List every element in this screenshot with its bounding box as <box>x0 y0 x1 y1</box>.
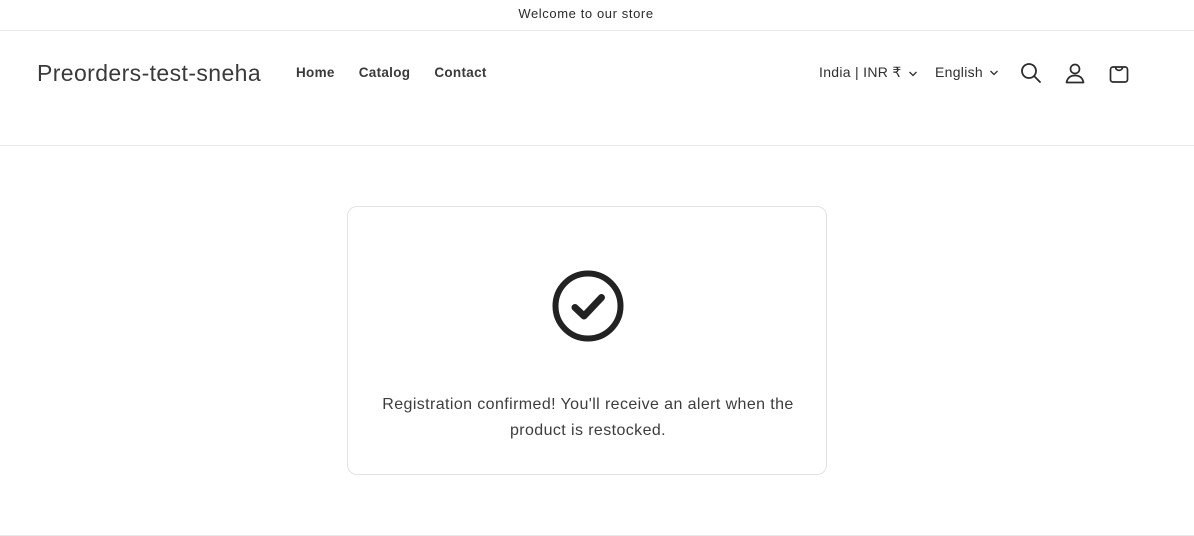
nav-home[interactable]: Home <box>296 65 335 80</box>
account-button[interactable] <box>1062 60 1088 86</box>
nav-catalog[interactable]: Catalog <box>359 65 411 80</box>
country-selector-label: India | INR ₹ <box>819 64 902 80</box>
main-nav: Home Catalog Contact <box>296 65 487 80</box>
nav-contact[interactable]: Contact <box>434 65 486 80</box>
chevron-down-icon <box>908 71 917 76</box>
announcement-text: Welcome to our store <box>518 6 654 21</box>
site-header: Preorders-test-sneha Home Catalog Contac… <box>0 31 1194 146</box>
store-logo[interactable]: Preorders-test-sneha <box>37 60 261 87</box>
check-circle-icon <box>552 270 624 342</box>
language-selector-label: English <box>935 64 984 80</box>
announcement-bar: Welcome to our store <box>0 0 1194 31</box>
account-icon <box>1065 63 1085 84</box>
search-icon <box>1021 63 1041 83</box>
cart-button[interactable] <box>1106 60 1132 86</box>
confirmation-message: Registration confirmed! You'll receive a… <box>382 396 794 439</box>
search-button[interactable] <box>1018 60 1044 86</box>
cart-icon <box>1109 66 1129 83</box>
chevron-down-icon <box>990 70 998 76</box>
language-selector[interactable]: English <box>935 64 999 80</box>
country-selector[interactable]: India | INR ₹ <box>819 64 918 81</box>
confirmation-card: Registration confirmed! You'll receive a… <box>347 206 827 475</box>
